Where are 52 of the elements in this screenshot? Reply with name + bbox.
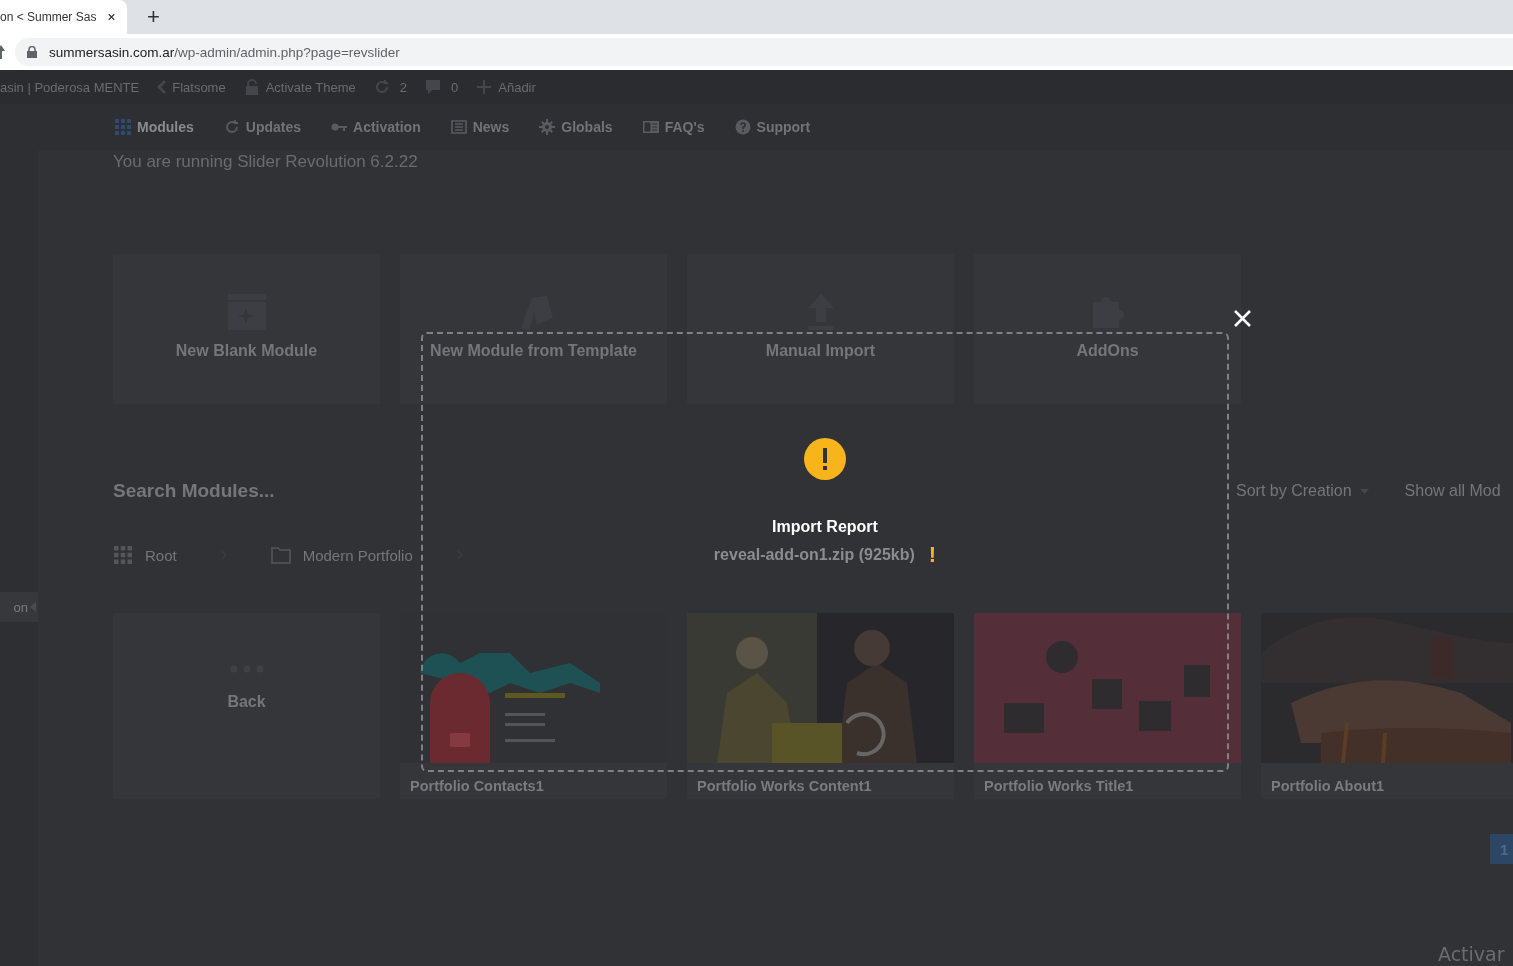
- action-card[interactable]: New Blank Module: [113, 254, 380, 404]
- url-text: summersasin.com.ar/wp-admin/admin.php?page=revslider: [49, 44, 400, 60]
- admin-bar-item[interactable]: Activate Theme: [243, 79, 356, 95]
- module-title: Portfolio About1: [1270, 777, 1386, 794]
- nav-tab[interactable]: FAQ's: [642, 119, 705, 135]
- admin-bar-item[interactable]: Flatsome: [157, 79, 226, 95]
- close-icon[interactable]: [1233, 309, 1252, 328]
- settings-icon: [539, 119, 556, 135]
- browser-tab[interactable]: on < Summer Sas: [0, 0, 127, 34]
- sort-dropdown[interactable]: Sort by Creation: [1236, 482, 1369, 500]
- warning-mark: !: [928, 544, 937, 566]
- grid-icon: [115, 119, 131, 135]
- site-name-link[interactable]: asin | Poderosa MENTE: [0, 79, 140, 95]
- help-icon: [734, 119, 751, 135]
- admin-bar-item[interactable]: 2: [373, 79, 407, 95]
- side-tab[interactable]: on: [0, 592, 38, 622]
- plus-icon: [476, 79, 493, 95]
- refresh-icon: [373, 79, 390, 95]
- grid-icon: [113, 546, 133, 564]
- module-title: Portfolio Works Content1: [696, 777, 873, 794]
- folder-icon: [270, 546, 291, 564]
- nav-tab[interactable]: Activation: [331, 119, 421, 135]
- filter-dropdown[interactable]: Show all Mod: [1404, 482, 1501, 500]
- dialog-title: Import Report: [772, 518, 878, 536]
- speech-bubble-icon: [425, 79, 441, 95]
- action-card[interactable]: New Module from Template: [400, 254, 667, 404]
- refresh-icon: [223, 119, 240, 135]
- version-notice: You are running Slider Revolution 6.2.22: [113, 152, 419, 172]
- nav-tab[interactable]: Support: [734, 119, 811, 135]
- chevron-left-icon: [157, 80, 167, 94]
- warning-icon: [804, 438, 846, 480]
- lock-icon: [243, 79, 260, 95]
- nav-tab[interactable]: Globals: [539, 119, 613, 135]
- action-card[interactable]: AddOns: [974, 254, 1241, 404]
- address-bar[interactable]: summersasin.com.ar/wp-admin/admin.php?page=revslider: [15, 38, 1513, 66]
- activation-notice: Activar: [1438, 943, 1505, 965]
- book-icon: [642, 119, 659, 135]
- new-tab-button[interactable]: +: [141, 0, 166, 31]
- nav-tab[interactable]: Modules: [115, 119, 194, 135]
- nav-tab[interactable]: News: [450, 119, 510, 135]
- admin-bar-item[interactable]: Añadir: [476, 79, 536, 95]
- breadcrumb-item[interactable]: Modern Portfolio: [270, 546, 413, 564]
- action-card[interactable]: Manual Import: [687, 254, 954, 404]
- module-title: Portfolio Contacts1: [409, 777, 545, 794]
- nav-tab[interactable]: Updates: [223, 119, 301, 135]
- search-field[interactable]: Search Modules...: [113, 480, 413, 502]
- admin-bar-item[interactable]: 0: [425, 79, 459, 95]
- module-title: Portfolio Works Title1: [983, 777, 1135, 794]
- breadcrumb-item[interactable]: Root: [113, 546, 177, 564]
- newspaper-icon: [450, 119, 467, 135]
- file-name: reveal-add-on1.zip (925kb): [713, 546, 915, 564]
- lock-icon: [27, 46, 37, 58]
